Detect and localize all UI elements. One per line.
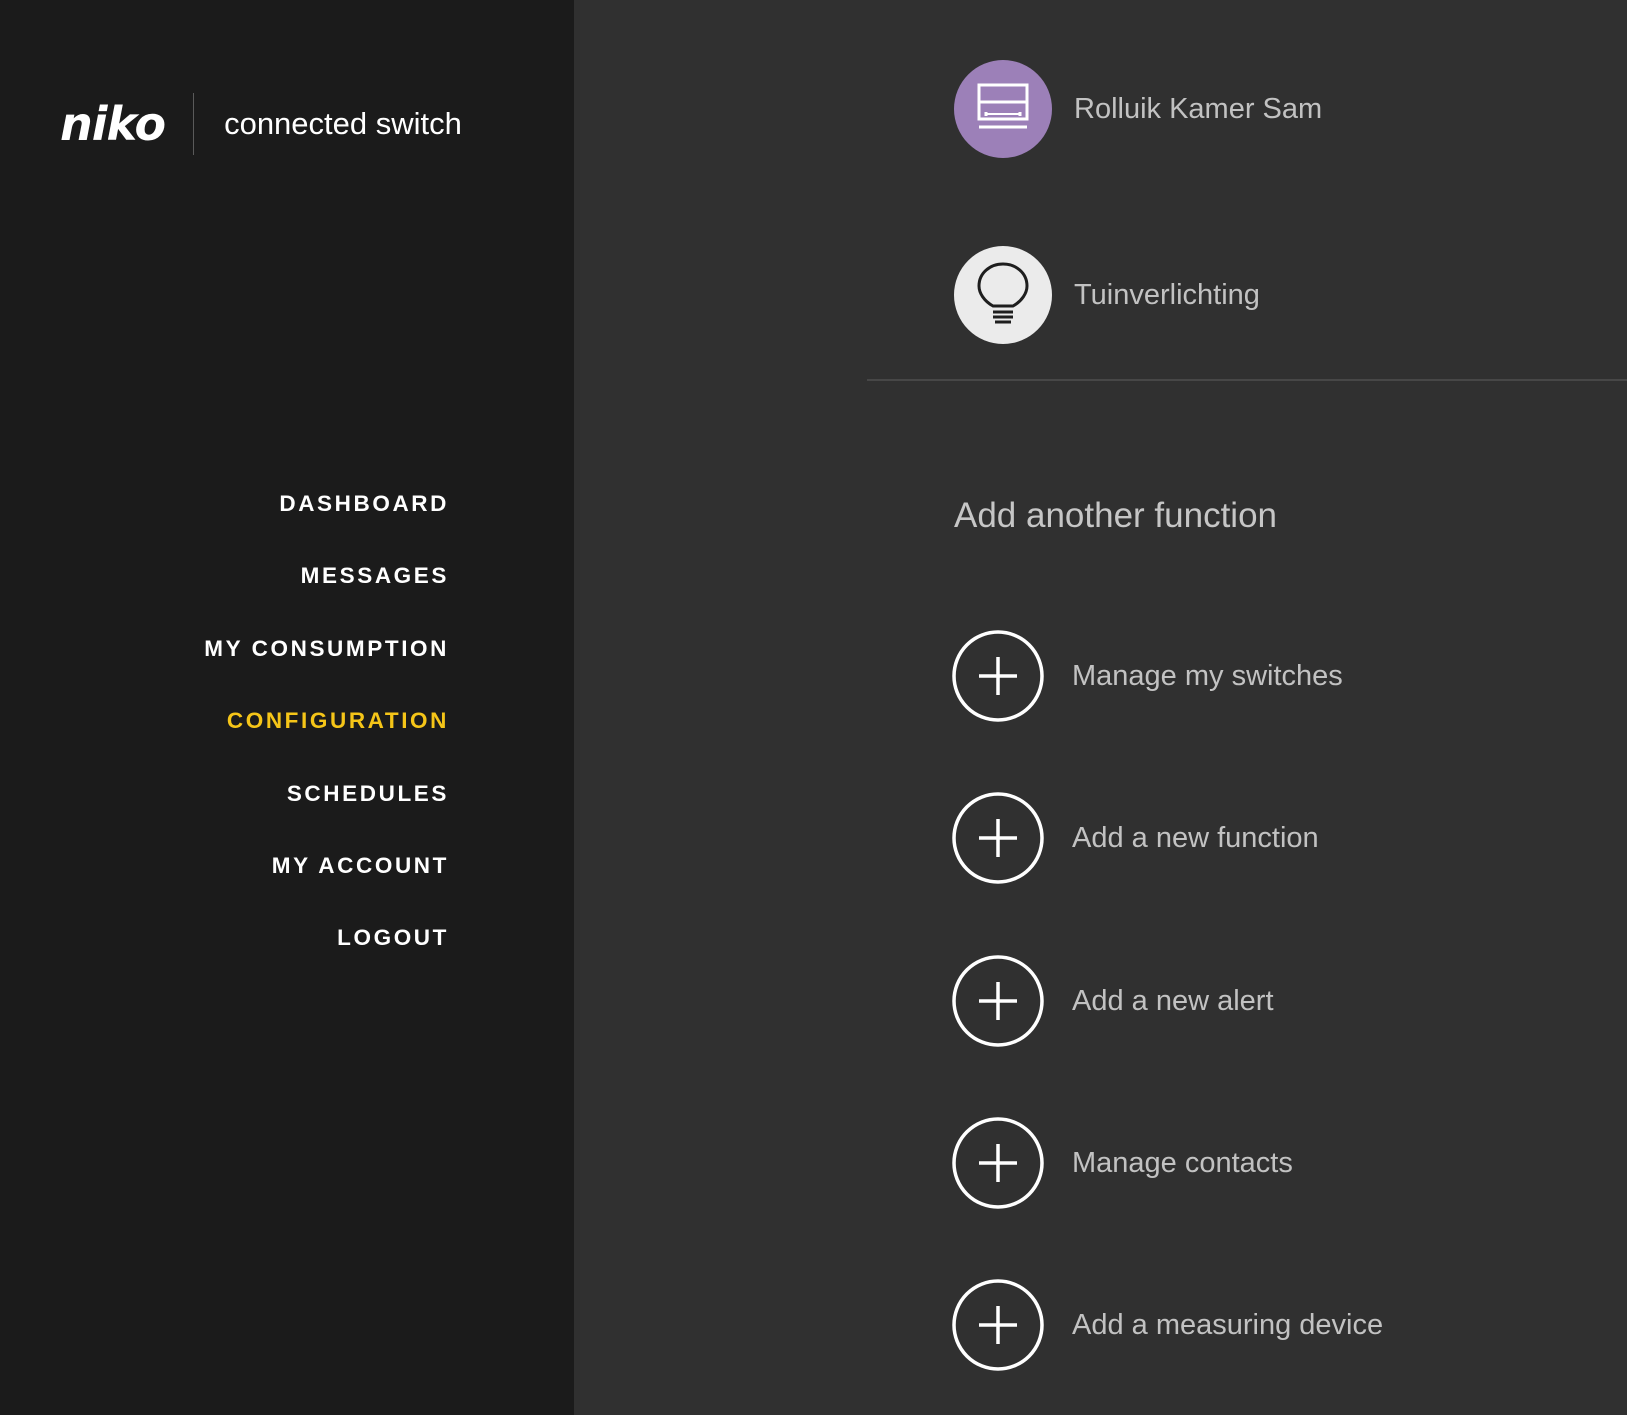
action-add-alert[interactable]: Add a new alert	[952, 955, 1274, 1047]
nav-item-messages[interactable]: MESSAGES	[0, 540, 449, 612]
plus-circle-icon	[952, 1279, 1044, 1371]
action-label: Manage my switches	[1072, 659, 1343, 692]
nav-item-schedules[interactable]: SCHEDULES	[0, 758, 449, 830]
sidebar: niko connected switch DASHBOARD MESSAGES…	[0, 0, 574, 1415]
action-manage-switches[interactable]: Manage my switches	[952, 630, 1343, 722]
action-label: Add a new function	[1072, 821, 1319, 854]
action-add-function[interactable]: Add a new function	[952, 792, 1319, 884]
product-name: connected switch	[224, 106, 462, 141]
plus-circle-icon	[952, 792, 1044, 884]
nav-item-my-account[interactable]: MY ACCOUNT	[0, 830, 449, 902]
plus-circle-icon	[952, 955, 1044, 1047]
action-label: Add a new alert	[1072, 984, 1274, 1017]
function-item[interactable]: Tuinverlichting	[954, 246, 1260, 344]
action-add-measuring-device[interactable]: Add a measuring device	[952, 1279, 1383, 1371]
nav-item-dashboard[interactable]: DASHBOARD	[0, 468, 449, 540]
nav-item-logout[interactable]: LOGOUT	[0, 902, 449, 974]
action-manage-contacts[interactable]: Manage contacts	[952, 1117, 1293, 1209]
brand: niko connected switch	[60, 92, 462, 156]
nav-item-configuration[interactable]: CONFIGURATION	[0, 685, 449, 757]
main-content: Rolluik Kamer Sam Tuinverlichting Add an…	[574, 0, 1627, 1415]
niko-logo[interactable]: niko	[60, 101, 193, 147]
function-item[interactable]: Rolluik Kamer Sam	[954, 60, 1322, 158]
light-bulb-icon	[954, 246, 1052, 344]
roller-shutter-icon	[954, 60, 1052, 158]
main-nav: DASHBOARD MESSAGES MY CONSUMPTION CONFIG…	[0, 468, 449, 975]
section-title: Add another function	[954, 496, 1278, 535]
plus-circle-icon	[952, 1117, 1044, 1209]
action-label: Manage contacts	[1072, 1146, 1293, 1179]
plus-circle-icon	[952, 630, 1044, 722]
section-divider	[867, 379, 1627, 381]
function-label: Tuinverlichting	[1074, 278, 1260, 311]
action-label: Add a measuring device	[1072, 1308, 1384, 1341]
function-label: Rolluik Kamer Sam	[1074, 92, 1323, 125]
nav-item-my-consumption[interactable]: MY CONSUMPTION	[0, 613, 449, 685]
